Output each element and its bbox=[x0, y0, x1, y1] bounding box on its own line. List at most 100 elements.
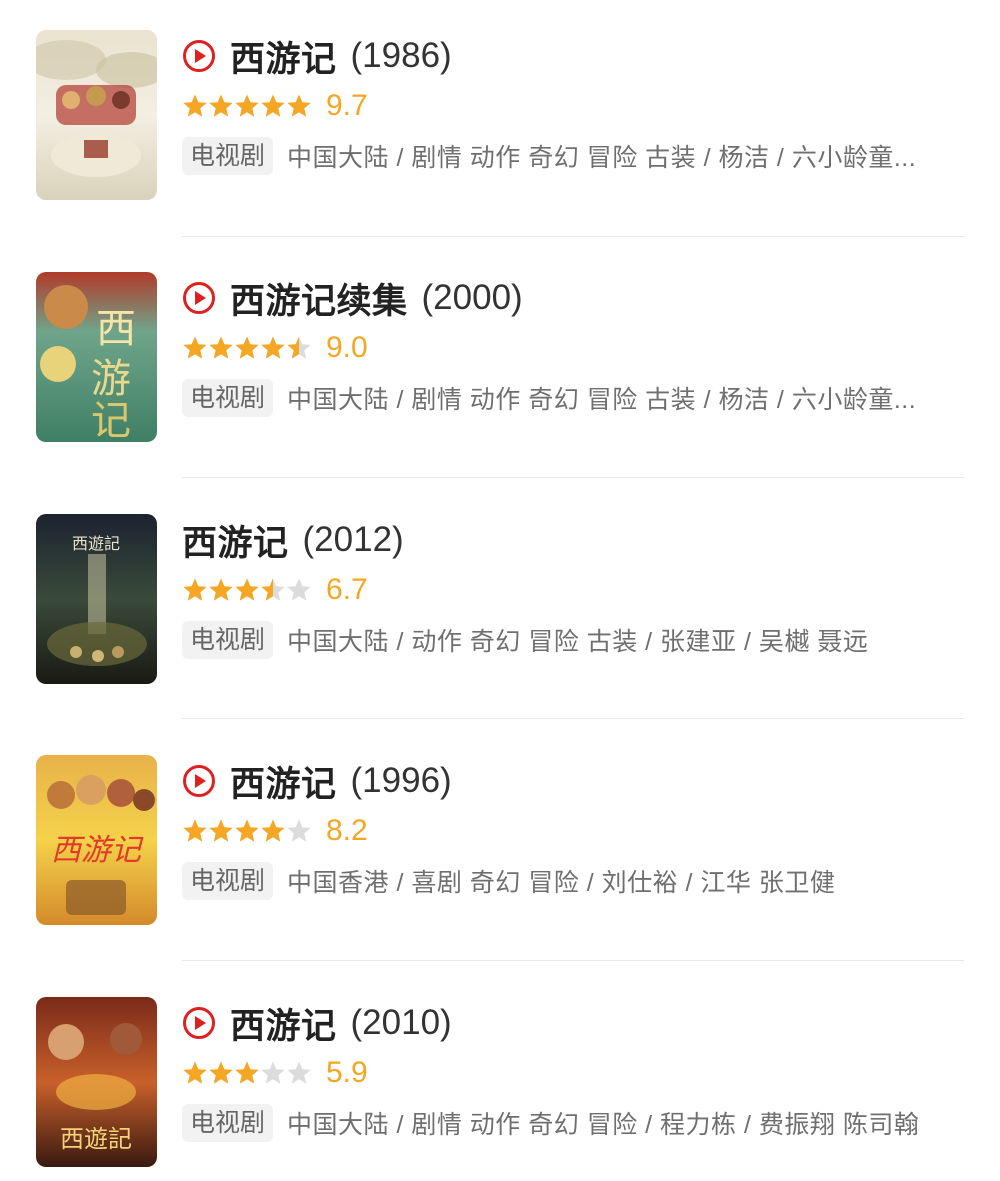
star-full-icon bbox=[183, 819, 207, 842]
star-full-icon bbox=[235, 578, 259, 601]
poster-image[interactable]: 西 游 记 bbox=[36, 272, 157, 442]
star-half-icon bbox=[287, 336, 311, 359]
category-tag: 电视剧 bbox=[182, 379, 274, 417]
meta-row: 电视剧 中国大陆 / 剧情 动作 奇幻 冒险 古装 / 杨洁 / 六小龄童... bbox=[182, 136, 916, 176]
star-full-icon bbox=[209, 578, 233, 601]
category-tag: 电视剧 bbox=[182, 137, 274, 175]
poster-art: 西 游 记 bbox=[36, 272, 157, 442]
poster-image[interactable]: 西遊記 bbox=[36, 514, 157, 684]
item-title[interactable]: 西游记 bbox=[230, 756, 337, 807]
item-year: (2000) bbox=[421, 278, 523, 317]
star-rating bbox=[182, 818, 312, 844]
rating-score: 9.0 bbox=[326, 331, 368, 364]
item-meta: 中国大陆 / 剧情 动作 奇幻 冒险 古装 / 杨洁 / 六小龄童... bbox=[287, 144, 917, 172]
item-title[interactable]: 西游记 bbox=[230, 31, 337, 82]
category-tag: 电视剧 bbox=[182, 862, 274, 900]
star-full-icon bbox=[261, 819, 285, 842]
rating-score: 5.9 bbox=[326, 1056, 368, 1089]
star-full-icon bbox=[261, 94, 285, 117]
divider bbox=[182, 236, 964, 237]
meta-row: 电视剧 中国大陆 / 动作 奇幻 冒险 古装 / 张建亚 / 吴樾 聂远 bbox=[182, 620, 868, 660]
star-full-icon bbox=[183, 336, 207, 359]
star-full-icon bbox=[209, 1061, 233, 1084]
rating-score: 8.2 bbox=[326, 814, 368, 847]
item-meta: 中国香港 / 喜剧 奇幻 冒险 / 刘仕裕 / 江华 张卫健 bbox=[287, 869, 836, 897]
star-rating bbox=[182, 1060, 312, 1086]
star-full-icon bbox=[183, 94, 207, 117]
star-rating bbox=[182, 335, 312, 361]
meta-row: 电视剧 中国大陆 / 剧情 动作 奇幻 冒险 / 程力栋 / 费振翔 陈司翰 bbox=[182, 1103, 919, 1143]
list-item[interactable]: 西遊記 西游记 (2012) 6.7 电视剧 中国大陆 / 动作 奇幻 冒险 古… bbox=[0, 484, 1000, 684]
poster-art: 西遊記 bbox=[36, 997, 157, 1167]
list-item[interactable]: 西 游 记 西游记续集 (2000) 9.0 电视剧 中国大陆 / 剧情 动作 … bbox=[0, 242, 1000, 442]
list-item[interactable]: 西遊記 西游记 (2010) 5.9 电视剧 中国大陆 / 剧情 动作 奇幻 冒… bbox=[0, 967, 1000, 1167]
item-year: (1996) bbox=[350, 761, 452, 800]
item-year: (2012) bbox=[302, 520, 404, 559]
title-row: 西游记 (1996) bbox=[182, 759, 452, 804]
rating-score: 6.7 bbox=[326, 573, 368, 606]
rating-row: 5.9 bbox=[182, 1055, 368, 1091]
result-list: 西游记 (1986) 9.7 电视剧 中国大陆 / 剧情 动作 奇幻 冒险 古装… bbox=[0, 0, 1000, 1181]
divider bbox=[182, 718, 964, 719]
category-tag: 电视剧 bbox=[182, 621, 274, 659]
list-item[interactable]: 西游记 (1986) 9.7 电视剧 中国大陆 / 剧情 动作 奇幻 冒险 古装… bbox=[0, 0, 1000, 200]
star-half-icon bbox=[261, 578, 285, 601]
star-full-icon bbox=[235, 1061, 259, 1084]
star-full-icon bbox=[235, 819, 259, 842]
item-year: (2010) bbox=[350, 1003, 452, 1042]
star-empty-icon bbox=[287, 578, 311, 601]
star-full-icon bbox=[235, 336, 259, 359]
rating-row: 6.7 bbox=[182, 572, 368, 608]
item-meta: 中国大陆 / 剧情 动作 奇幻 冒险 / 程力栋 / 费振翔 陈司翰 bbox=[287, 1111, 920, 1139]
poster-image[interactable]: 西游记 bbox=[36, 755, 157, 925]
star-full-icon bbox=[235, 94, 259, 117]
svg-text:西: 西 bbox=[96, 306, 136, 352]
rating-score: 9.7 bbox=[326, 89, 368, 122]
list-item[interactable]: 西游记 西游记 (1996) 8.2 电视剧 中国香港 / 喜剧 奇幻 冒险 /… bbox=[0, 725, 1000, 925]
meta-row: 电视剧 中国香港 / 喜剧 奇幻 冒险 / 刘仕裕 / 江华 张卫健 bbox=[182, 861, 835, 901]
title-row: 西游记 (1986) bbox=[182, 34, 452, 79]
star-rating bbox=[182, 577, 312, 603]
category-tag: 电视剧 bbox=[182, 1104, 274, 1142]
item-meta: 中国大陆 / 剧情 动作 奇幻 冒险 古装 / 杨洁 / 六小龄童... bbox=[287, 386, 917, 414]
title-row: 西游记续集 (2000) bbox=[182, 276, 523, 321]
star-full-icon bbox=[209, 336, 233, 359]
svg-text:西遊記: 西遊記 bbox=[72, 534, 120, 553]
star-full-icon bbox=[287, 94, 311, 117]
rating-row: 9.0 bbox=[182, 330, 368, 366]
poster-image[interactable] bbox=[36, 30, 157, 200]
svg-text:西遊記: 西遊記 bbox=[60, 1125, 132, 1153]
item-title[interactable]: 西游记 bbox=[182, 515, 289, 566]
star-full-icon bbox=[183, 578, 207, 601]
divider bbox=[182, 960, 964, 961]
meta-row: 电视剧 中国大陆 / 剧情 动作 奇幻 冒险 古装 / 杨洁 / 六小龄童... bbox=[182, 378, 916, 418]
item-year: (1986) bbox=[350, 36, 452, 75]
star-empty-icon bbox=[261, 1061, 285, 1084]
poster-art bbox=[36, 30, 157, 200]
item-title[interactable]: 西游记 bbox=[230, 998, 337, 1049]
svg-text:西游记: 西游记 bbox=[51, 833, 144, 868]
rating-row: 8.2 bbox=[182, 813, 368, 849]
star-rating bbox=[182, 93, 312, 119]
play-icon[interactable] bbox=[182, 1006, 216, 1040]
star-full-icon bbox=[183, 1061, 207, 1084]
title-row: 西游记 (2010) bbox=[182, 1001, 452, 1046]
play-icon[interactable] bbox=[182, 39, 216, 73]
item-meta: 中国大陆 / 动作 奇幻 冒险 古装 / 张建亚 / 吴樾 聂远 bbox=[287, 628, 869, 656]
star-empty-icon bbox=[287, 819, 311, 842]
title-row: 西游记 (2012) bbox=[182, 518, 404, 563]
star-full-icon bbox=[209, 819, 233, 842]
star-full-icon bbox=[209, 94, 233, 117]
play-icon[interactable] bbox=[182, 764, 216, 798]
rating-row: 9.7 bbox=[182, 88, 368, 124]
svg-text:游: 游 bbox=[91, 356, 131, 402]
poster-image[interactable]: 西遊記 bbox=[36, 997, 157, 1167]
poster-art: 西游记 bbox=[36, 755, 157, 925]
svg-text:记: 记 bbox=[91, 398, 131, 442]
divider bbox=[182, 477, 964, 478]
item-title[interactable]: 西游记续集 bbox=[230, 273, 408, 324]
star-empty-icon bbox=[287, 1061, 311, 1084]
poster-art: 西遊記 bbox=[36, 514, 157, 684]
play-icon[interactable] bbox=[182, 281, 216, 315]
star-full-icon bbox=[261, 336, 285, 359]
